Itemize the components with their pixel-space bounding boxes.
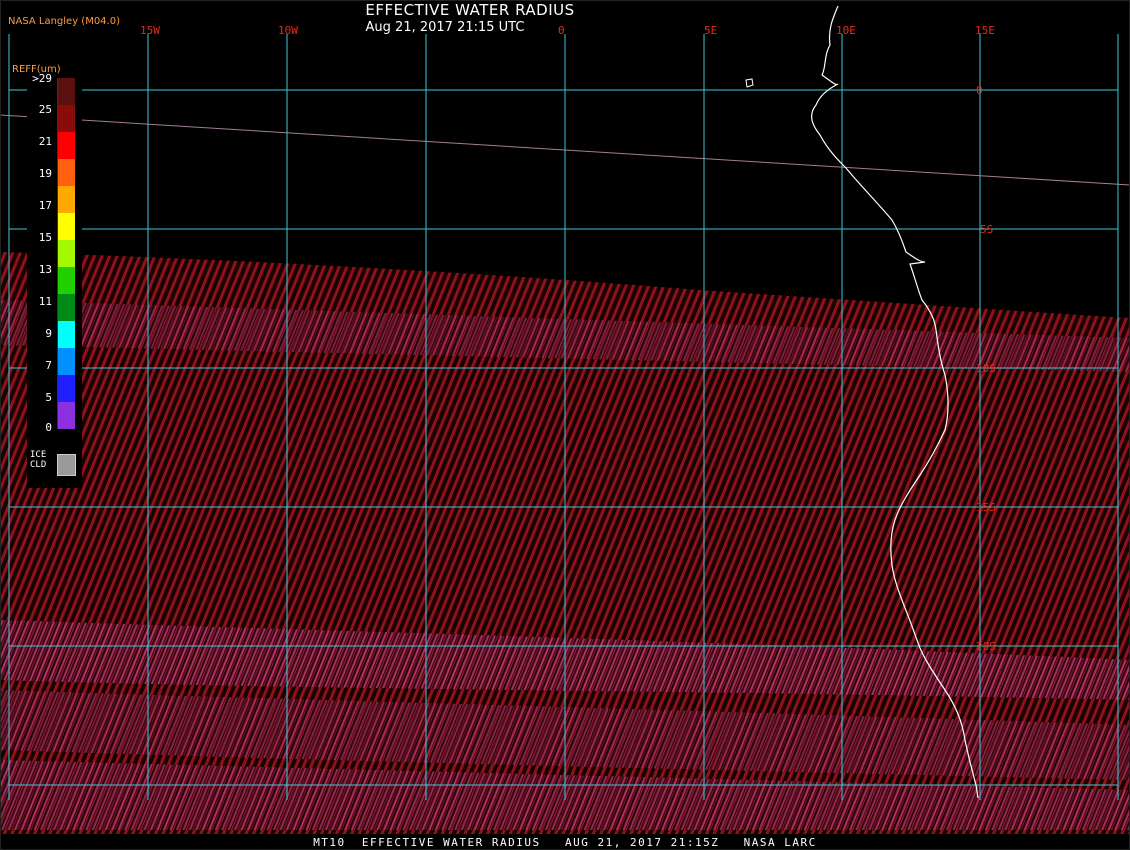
legend-label: 17 xyxy=(38,199,52,212)
map-title: EFFECTIVE WATER RADIUS xyxy=(365,1,575,19)
lat-label-15s: 15S xyxy=(976,501,996,514)
lon-label-15e: 15E xyxy=(975,24,995,37)
map-subtitle: Aug 21, 2017 21:15 UTC xyxy=(365,20,525,35)
legend-swatch xyxy=(57,186,75,213)
legend-swatch xyxy=(57,240,75,267)
ice-label-line2: CLD xyxy=(30,460,47,470)
legend-swatch xyxy=(57,375,75,402)
legend-label: 9 xyxy=(45,327,52,340)
legend-label: 25 xyxy=(38,103,52,116)
satellite-map xyxy=(0,0,1130,850)
ice-cloud-label: ICE CLD xyxy=(30,450,46,470)
legend-label: >29 xyxy=(32,72,52,85)
legend-label: 11 xyxy=(38,295,52,308)
legend-label: 5 xyxy=(45,391,52,404)
legend-swatch xyxy=(57,294,75,321)
lon-label-15w: 15W xyxy=(140,24,160,37)
legend-swatch xyxy=(57,402,75,429)
legend-swatch xyxy=(57,132,75,159)
ice-label-line1: ICE xyxy=(30,450,47,460)
legend-swatch xyxy=(57,348,75,375)
lat-label-10s: 10S xyxy=(976,362,996,375)
legend-label: 13 xyxy=(38,263,52,276)
ice-cloud-swatch xyxy=(57,454,76,476)
legend-swatch xyxy=(57,213,75,240)
lat-label-0: 0 xyxy=(976,84,983,97)
lon-label-5e: 5E xyxy=(704,24,718,37)
lat-label-20s: 20S xyxy=(976,640,996,653)
legend-swatch xyxy=(57,105,75,132)
lon-label-0: 0 xyxy=(558,24,565,37)
legend-label: 7 xyxy=(45,359,52,372)
lat-label-5s: 5S xyxy=(980,223,994,236)
legend-swatch xyxy=(57,267,75,294)
legend-label: 0 xyxy=(45,421,52,434)
lon-label-10e: 10E xyxy=(836,24,856,37)
legend-label: 19 xyxy=(38,167,52,180)
lon-label-10w: 10W xyxy=(278,24,298,37)
legend-swatch xyxy=(57,321,75,348)
legend-swatch xyxy=(57,78,75,105)
footer-caption: MT10 EFFECTIVE WATER RADIUS AUG 21, 2017… xyxy=(313,836,817,849)
legend-label: 21 xyxy=(38,135,52,148)
legend-swatch xyxy=(57,159,75,186)
legend-label: 15 xyxy=(38,231,52,244)
color-legend: REFF(um) >29 25 21 19 17 15 13 11 9 7 5 0 ICE CLD xyxy=(12,58,82,488)
